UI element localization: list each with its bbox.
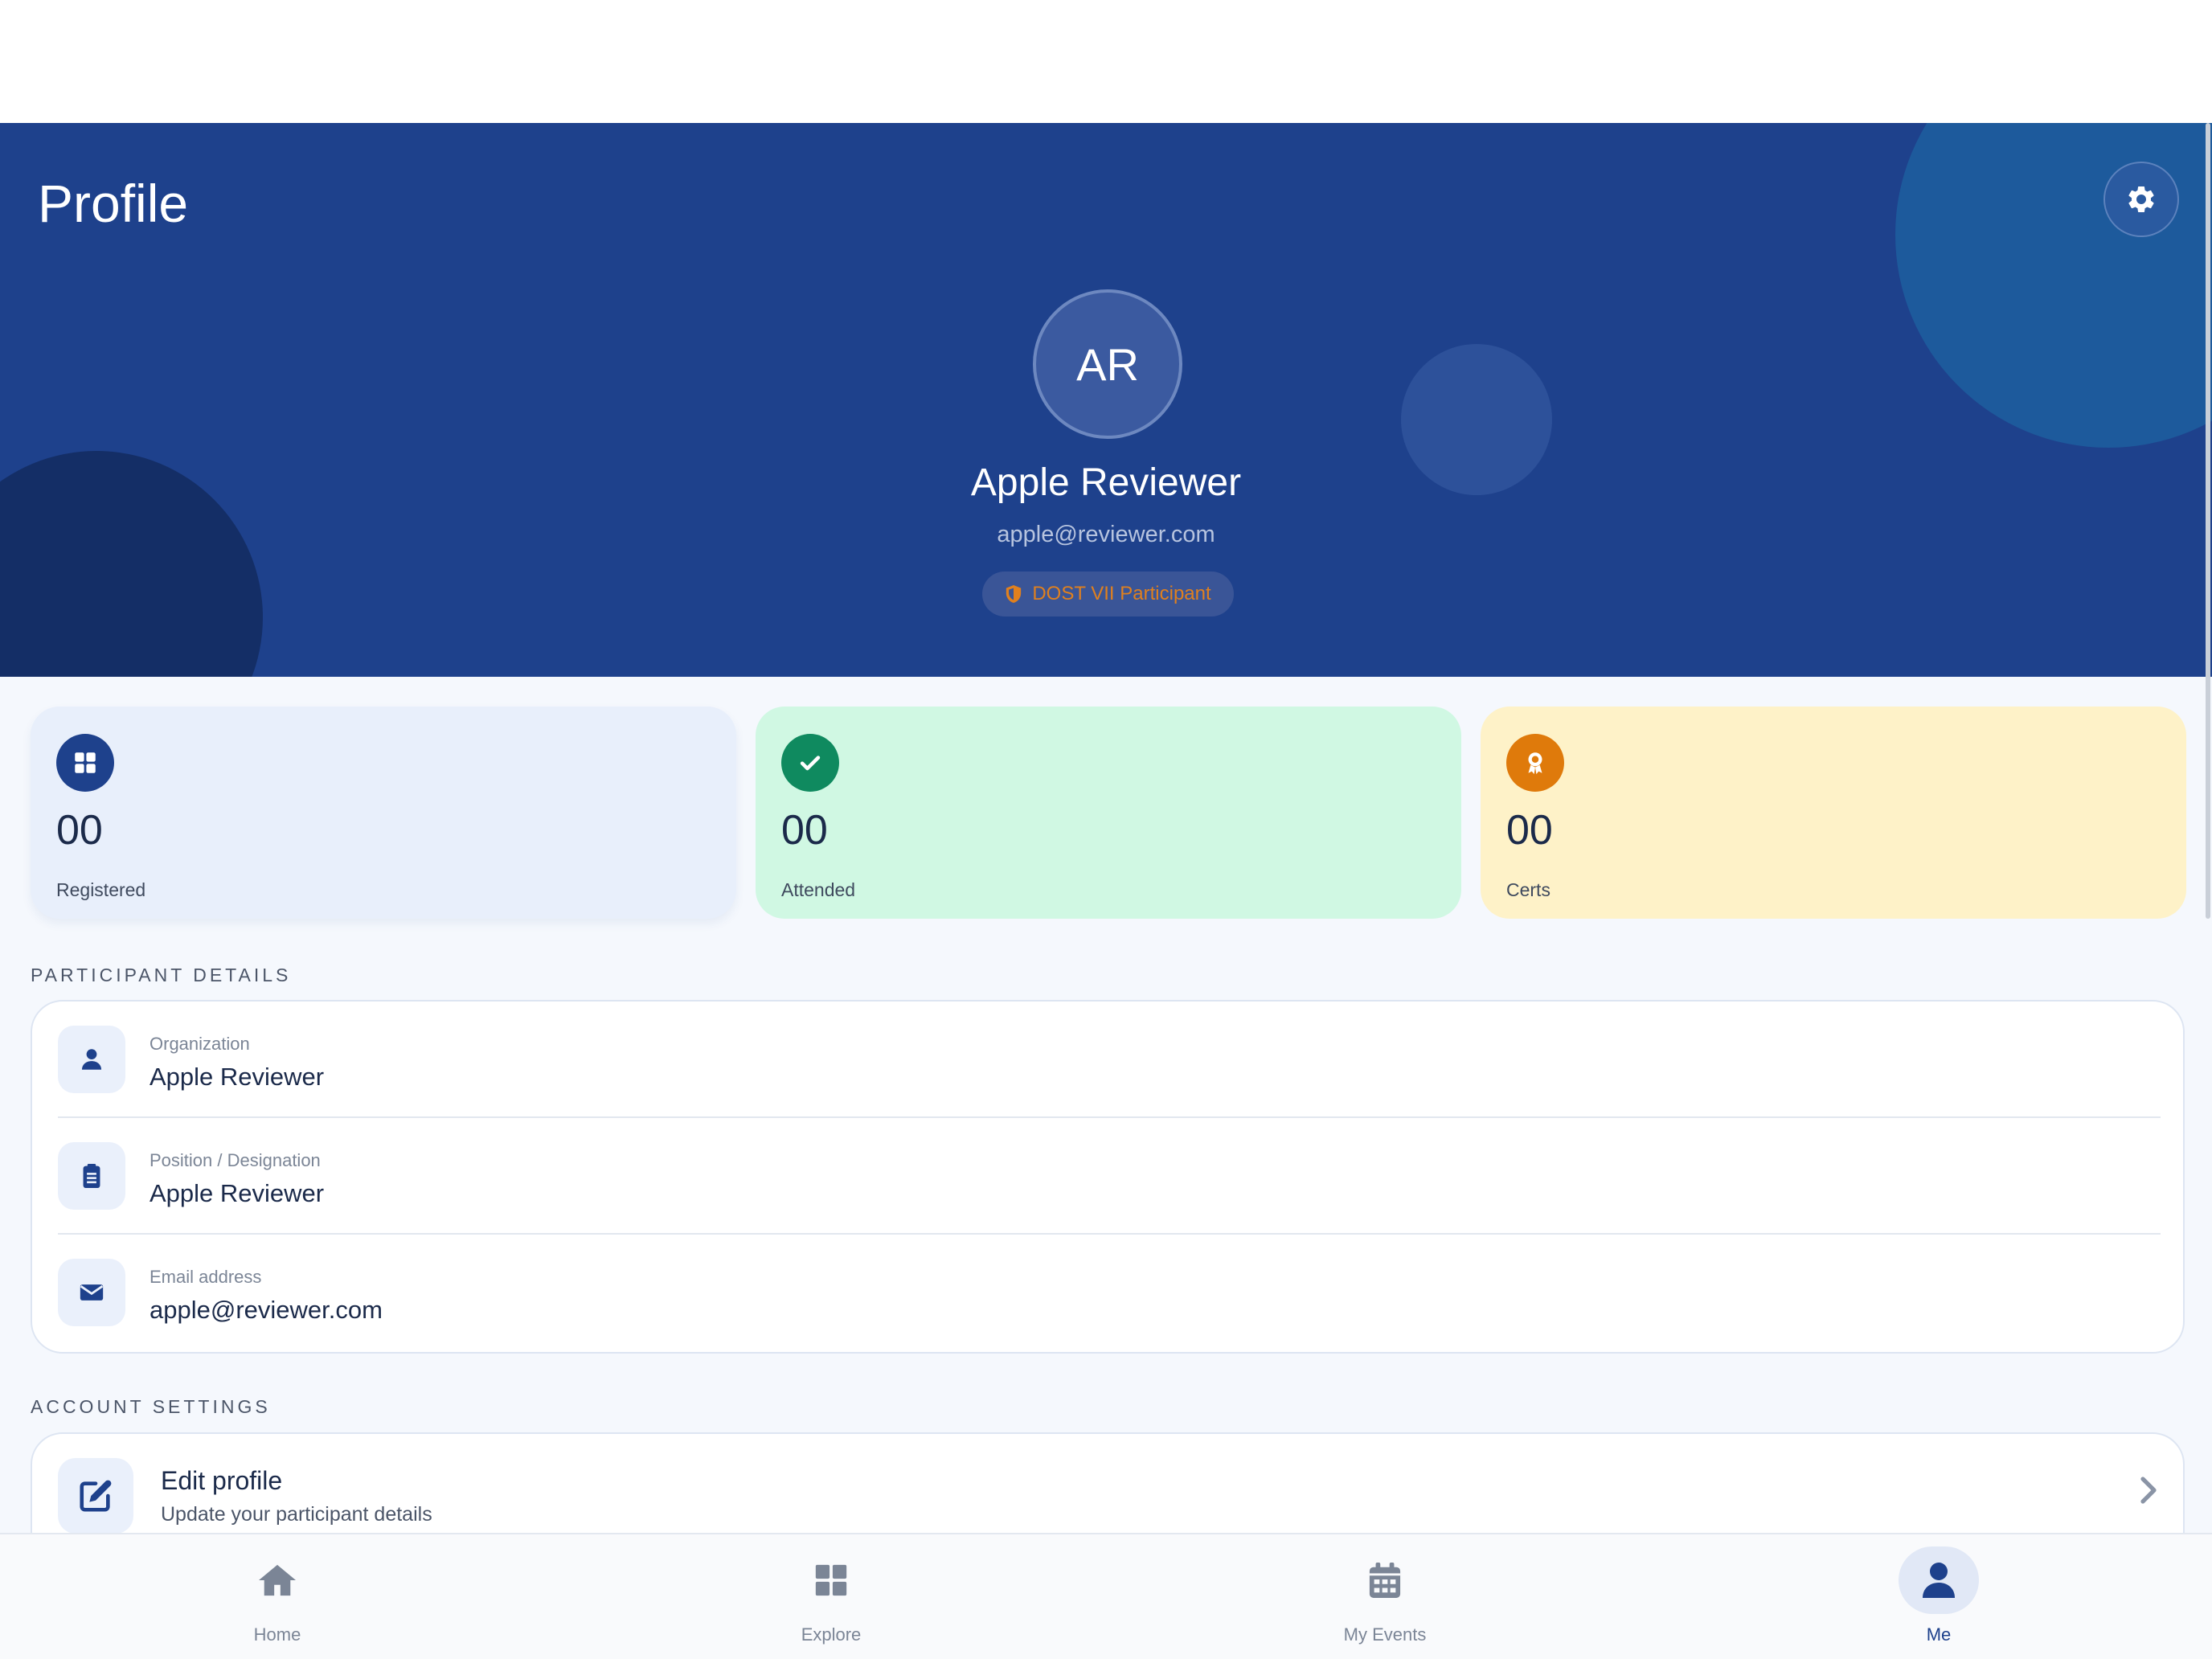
profile-content: 00 Registered 00 Attended 00 Certs PARTI… <box>0 677 2212 1577</box>
bottom-navigation: Home Explore My Events Me <box>0 1533 2212 1659</box>
edit-icon <box>80 1480 112 1512</box>
nav-item-my-events[interactable]: My Events <box>1264 1534 1505 1659</box>
award-icon <box>1528 752 1542 775</box>
row-icon-box <box>58 1142 125 1210</box>
gear-icon <box>2128 186 2154 212</box>
scrollbar[interactable] <box>2206 123 2210 919</box>
user-name: Apple Reviewer <box>970 461 1242 504</box>
stat-value: 00 <box>781 807 828 854</box>
avatar: AR <box>1033 289 1182 439</box>
nav-item-explore[interactable]: Explore <box>711 1534 952 1659</box>
detail-label: Organization <box>150 1034 250 1054</box>
participant-details-card: Organization Apple Reviewer Position / D… <box>31 1000 2185 1354</box>
section-heading-participant-details: PARTICIPANT DETAILS <box>31 965 292 985</box>
nav-icon-wrap <box>1899 1546 1979 1614</box>
page-title: Profile <box>38 174 189 233</box>
stat-card-attended: 00 Attended <box>756 707 1461 919</box>
user-email: apple@reviewer.com <box>997 522 1215 547</box>
detail-value: Apple Reviewer <box>150 1179 325 1207</box>
row-icon-box <box>58 1026 125 1093</box>
badge-label: DOST VII Participant <box>1032 583 1211 604</box>
stat-icon-circle <box>56 734 114 792</box>
stat-value: 00 <box>56 807 103 854</box>
stat-card-certs: 00 Certs <box>1481 707 2186 919</box>
detail-label: Email address <box>150 1267 262 1287</box>
participant-badge: DOST VII Participant <box>982 571 1234 616</box>
detail-value: apple@reviewer.com <box>150 1296 383 1324</box>
section-heading-account-settings: ACCOUNT SETTINGS <box>31 1396 271 1417</box>
row-icon-box <box>58 1259 125 1326</box>
detail-label: Position / Designation <box>150 1150 321 1170</box>
profile-header: Profile AR Apple Reviewer apple@reviewer… <box>0 123 2212 677</box>
row-icon-box <box>58 1458 133 1534</box>
nav-label: My Events <box>1343 1624 1427 1645</box>
shield-icon <box>1006 585 1022 603</box>
stat-label: Attended <box>781 879 856 900</box>
stat-card-registered: 00 Registered <box>31 707 736 919</box>
avatar-initials: AR <box>1076 338 1139 390</box>
grid-icon <box>75 752 96 773</box>
nav-label: Explore <box>801 1624 862 1645</box>
status-bar <box>0 0 2212 123</box>
grid-icon <box>815 1564 847 1596</box>
check-icon <box>800 756 821 771</box>
calendar-icon <box>1369 1563 1401 1598</box>
stat-label: Certs <box>1506 879 1550 900</box>
user-icon <box>81 1049 102 1070</box>
nav-label: Home <box>253 1624 301 1645</box>
nav-icon-wrap <box>237 1546 317 1614</box>
nav-label: Me <box>1926 1624 1952 1645</box>
edit-profile-subtitle: Update your participant details <box>161 1503 432 1526</box>
chevron-right-icon <box>2140 1477 2157 1504</box>
stat-value: 00 <box>1506 807 1553 854</box>
clipboard-icon <box>83 1163 100 1189</box>
nav-icon-wrap <box>1345 1546 1425 1614</box>
detail-value: Apple Reviewer <box>150 1063 325 1091</box>
edit-profile-title: Edit profile <box>161 1466 283 1495</box>
stat-label: Registered <box>56 879 146 900</box>
nav-icon-wrap <box>791 1546 871 1614</box>
stat-icon-circle <box>1506 734 1564 792</box>
nav-item-me[interactable]: Me <box>1818 1534 2059 1659</box>
detail-row-email: Email address apple@reviewer.com <box>58 1235 2161 1351</box>
detail-row-organization: Organization Apple Reviewer <box>58 1002 2161 1118</box>
stat-icon-circle <box>781 734 839 792</box>
detail-row-position: Position / Designation Apple Reviewer <box>58 1118 2161 1235</box>
envelope-icon <box>80 1284 104 1301</box>
user-icon <box>1923 1563 1955 1598</box>
home-icon <box>259 1564 296 1596</box>
settings-button[interactable] <box>2103 162 2179 237</box>
nav-item-home[interactable]: Home <box>157 1534 398 1659</box>
